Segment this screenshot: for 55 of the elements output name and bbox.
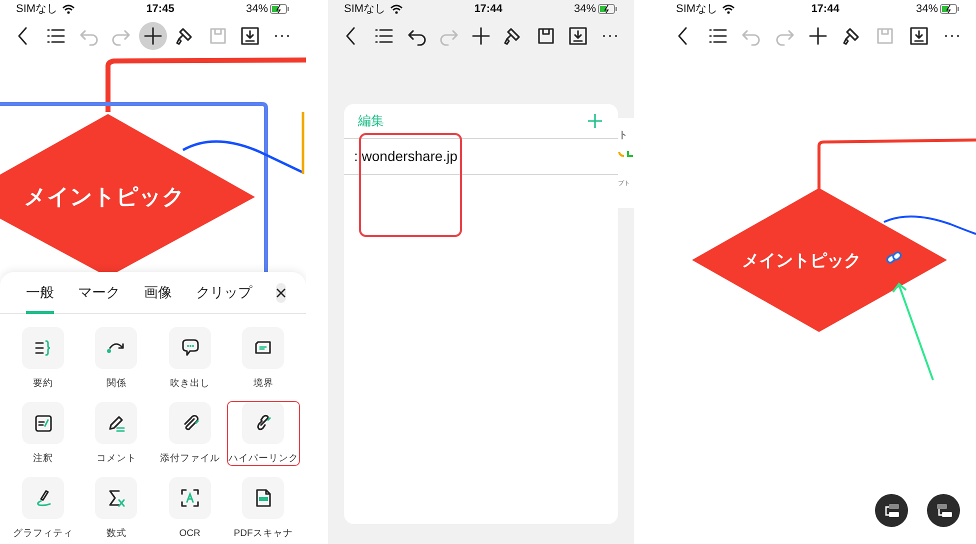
carrier-label: SIMなし (16, 2, 58, 17)
pencil-icon (95, 402, 138, 444)
dialog-title: 編集 (358, 112, 384, 130)
clock-time: 17:44 (474, 2, 502, 17)
close-button[interactable] (276, 282, 286, 302)
clock-time: 17:45 (146, 2, 174, 17)
scribble-pen-icon (22, 477, 64, 519)
battery-icon (598, 4, 618, 14)
summary-icon (22, 327, 64, 369)
link-icon (242, 402, 284, 444)
battery-icon (270, 4, 290, 14)
note-icon (22, 402, 64, 444)
tool-item[interactable]: コメント (80, 401, 153, 466)
tool-item[interactable]: 境界 (226, 326, 300, 391)
plus-icon[interactable] (139, 22, 167, 50)
wifi-icon (390, 4, 403, 14)
sheet-tab[interactable]: マーク (78, 272, 120, 314)
tool-item[interactable]: PDFスキャナ (226, 476, 300, 541)
wifi-icon (62, 4, 75, 14)
sheet-tab[interactable]: クリップ (196, 272, 252, 314)
connector-drawing (618, 150, 634, 158)
subtopic-button[interactable] (875, 494, 908, 527)
boundary-icon (242, 327, 284, 369)
tool-item[interactable]: グラフィティ (6, 476, 80, 541)
tool-item[interactable]: 吹き出し (153, 326, 226, 391)
tool-item[interactable]: 添付ファイル (153, 401, 226, 466)
tool-item[interactable]: OCR (153, 476, 226, 541)
tool-item[interactable]: 注釈 (6, 401, 80, 466)
topic-label: メイントピック (742, 250, 861, 272)
clock-time: 17:44 (811, 2, 840, 17)
tool-item[interactable]: 要約 (6, 326, 80, 391)
tool-item[interactable]: 数式 (80, 476, 153, 541)
battery-level: 34% (246, 2, 268, 17)
paperclip-icon (168, 402, 211, 444)
child-topic-icon (934, 502, 952, 518)
battery-level: 34% (574, 2, 596, 17)
tool-item[interactable]: 関係 (80, 326, 153, 391)
document-icon (242, 477, 284, 519)
carrier-label: SIMなし (676, 2, 718, 17)
sigma-icon (95, 477, 138, 519)
sheet-tab[interactable]: 一般 (26, 272, 54, 314)
subtopic-icon (882, 502, 900, 518)
url-field[interactable]: : wondershare.jp (344, 139, 618, 175)
sheet-tab[interactable]: 画像 (144, 272, 172, 314)
wifi-icon (722, 4, 735, 14)
topic-label: メイントピック (24, 183, 185, 211)
child-topic-button[interactable] (927, 494, 960, 527)
tool-item[interactable]: ハイパーリンク (226, 401, 300, 466)
card-title: ト (618, 129, 628, 143)
battery-level: 34% (916, 2, 938, 17)
battery-icon (940, 4, 960, 14)
close-icon (276, 288, 286, 298)
speech-bubble-icon (168, 327, 211, 369)
text-scan-icon (168, 477, 211, 519)
carrier-label: SIMなし (344, 2, 386, 17)
